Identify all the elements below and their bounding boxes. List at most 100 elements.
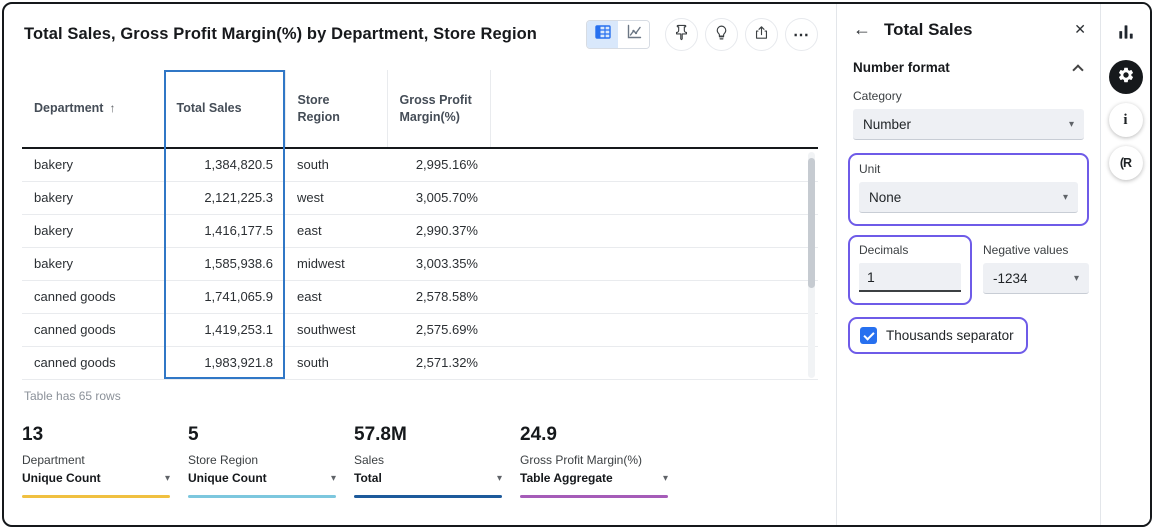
gear-icon	[1117, 66, 1135, 89]
table-row: bakery1,416,177.5east2,990.37%	[22, 214, 818, 247]
cell[interactable]: 1,585,938.6	[164, 247, 285, 280]
r-logo-button[interactable]: (R	[1109, 146, 1143, 180]
table-view-button[interactable]	[587, 21, 618, 48]
cell[interactable]: bakery	[22, 148, 164, 181]
chevron-down-icon: ▾	[1069, 119, 1074, 130]
thousands-separator-highlight-box: Thousands separator	[848, 317, 1028, 354]
format-panel: ← Total Sales ✕ Number format Category N…	[836, 4, 1100, 525]
category-dropdown[interactable]: Number ▾	[853, 109, 1084, 140]
cell[interactable]: 1,741,065.9	[164, 280, 285, 313]
kpi-strip: 13 Department Unique Count ▾ 5 Store Reg…	[22, 424, 668, 498]
kpi-value: 57.8M	[354, 424, 502, 446]
insights-button[interactable]	[705, 18, 738, 51]
kpi-label: Sales	[354, 453, 502, 467]
bar-chart-icon	[1116, 22, 1136, 47]
cell[interactable]: 1,416,177.5	[164, 214, 285, 247]
back-icon[interactable]: ←	[853, 19, 871, 40]
chevron-up-icon[interactable]	[1072, 64, 1083, 75]
cell[interactable]: 2,990.37%	[387, 214, 490, 247]
settings-button[interactable]	[1109, 60, 1143, 94]
close-icon[interactable]: ✕	[1074, 21, 1086, 38]
unit-label: Unit	[859, 162, 1078, 176]
kpi-aggregation-dropdown[interactable]: Unique Count ▾	[188, 471, 336, 485]
kpi-gross-profit-margin: 24.9 Gross Profit Margin(%) Table Aggreg…	[520, 424, 668, 498]
chevron-down-icon: ▾	[1063, 192, 1068, 203]
cell[interactable]: bakery	[22, 181, 164, 214]
cell[interactable]: 2,578.58%	[387, 280, 490, 313]
cell[interactable]: canned goods	[22, 313, 164, 346]
kpi-underline	[188, 495, 336, 498]
cell[interactable]: midwest	[285, 247, 387, 280]
cell[interactable]: 2,575.69%	[387, 313, 490, 346]
answer-toolbar: ⋯	[586, 18, 818, 51]
chevron-down-icon: ▾	[165, 473, 170, 484]
kpi-aggregation-dropdown[interactable]: Total ▾	[354, 471, 502, 485]
table-scrollbar-thumb[interactable]	[808, 158, 815, 288]
kpi-value: 13	[22, 424, 170, 446]
more-options-button[interactable]: ⋯	[785, 18, 818, 51]
cell[interactable]: 1,384,820.5	[164, 148, 285, 181]
cell[interactable]: canned goods	[22, 346, 164, 379]
cell[interactable]: 2,995.16%	[387, 148, 490, 181]
chevron-down-icon: ▾	[331, 473, 336, 484]
decimals-highlight-box: Decimals	[848, 235, 972, 305]
chart-properties-button[interactable]	[1109, 17, 1143, 51]
panel-header: ← Total Sales ✕	[837, 4, 1100, 48]
info-icon: i	[1123, 112, 1127, 129]
negative-values-dropdown[interactable]: -1234 ▾	[983, 263, 1089, 294]
thousands-separator-label: Thousands separator	[886, 328, 1014, 343]
category-label: Category	[853, 89, 1084, 103]
pin-button[interactable]	[665, 18, 698, 51]
cell[interactable]: 2,571.32%	[387, 346, 490, 379]
thousands-separator-checkbox[interactable]	[860, 327, 877, 344]
cell[interactable]: 2,121,225.3	[164, 181, 285, 214]
info-button[interactable]: i	[1109, 103, 1143, 137]
cell[interactable]: 1,983,921.8	[164, 346, 285, 379]
decimals-label: Decimals	[859, 243, 961, 257]
right-toolbar: i (R	[1100, 4, 1150, 525]
pin-icon	[673, 24, 690, 46]
cell[interactable]: south	[285, 148, 387, 181]
kpi-label: Department	[22, 453, 170, 467]
chart-view-button[interactable]	[618, 21, 649, 48]
kpi-value: 5	[188, 424, 336, 446]
kpi-underline	[520, 495, 668, 498]
column-header-store-region[interactable]: Store Region	[285, 70, 387, 148]
negative-values-field: Negative values -1234 ▾	[983, 235, 1089, 294]
table-scrollbar[interactable]	[808, 152, 815, 378]
cell[interactable]: west	[285, 181, 387, 214]
number-format-section-header: Number format	[837, 48, 1100, 77]
category-field: Category Number ▾	[853, 89, 1084, 140]
cell[interactable]: 3,003.35%	[387, 247, 490, 280]
unit-dropdown[interactable]: None ▾	[859, 182, 1078, 213]
cell[interactable]: canned goods	[22, 280, 164, 313]
results-table: Department↑ Total Sales Store Region Gro…	[22, 70, 818, 380]
column-header-total-sales[interactable]: Total Sales	[164, 70, 285, 148]
table-row: bakery1,384,820.5south2,995.16%	[22, 148, 818, 181]
kpi-aggregation-dropdown[interactable]: Unique Count ▾	[22, 471, 170, 485]
app-window: Total Sales, Gross Profit Margin(%) by D…	[2, 2, 1152, 527]
cell[interactable]: bakery	[22, 247, 164, 280]
row-count-note: Table has 65 rows	[24, 389, 121, 403]
column-header-department[interactable]: Department↑	[22, 70, 164, 148]
cell[interactable]: 1,419,253.1	[164, 313, 285, 346]
unit-highlight-box: Unit None ▾	[848, 153, 1089, 226]
r-logo-icon: (R	[1120, 156, 1131, 170]
cell[interactable]: bakery	[22, 214, 164, 247]
cell[interactable]: east	[285, 214, 387, 247]
chevron-down-icon: ▾	[1074, 273, 1079, 284]
table-row: canned goods1,741,065.9east2,578.58%	[22, 280, 818, 313]
share-button[interactable]	[745, 18, 778, 51]
page-title: Total Sales, Gross Profit Margin(%) by D…	[24, 25, 537, 44]
table-header-row: Department↑ Total Sales Store Region Gro…	[22, 70, 818, 148]
share-icon	[753, 24, 770, 46]
cell[interactable]: 3,005.70%	[387, 181, 490, 214]
kpi-aggregation-dropdown[interactable]: Table Aggregate ▾	[520, 471, 668, 485]
column-header-gross-profit-margin[interactable]: Gross Profit Margin(%)	[387, 70, 490, 148]
cell[interactable]: southwest	[285, 313, 387, 346]
cell[interactable]: east	[285, 280, 387, 313]
decimals-input[interactable]	[859, 263, 961, 292]
cell[interactable]: south	[285, 346, 387, 379]
table-row: bakery2,121,225.3west3,005.70%	[22, 181, 818, 214]
answer-header: Total Sales, Gross Profit Margin(%) by D…	[4, 4, 836, 51]
